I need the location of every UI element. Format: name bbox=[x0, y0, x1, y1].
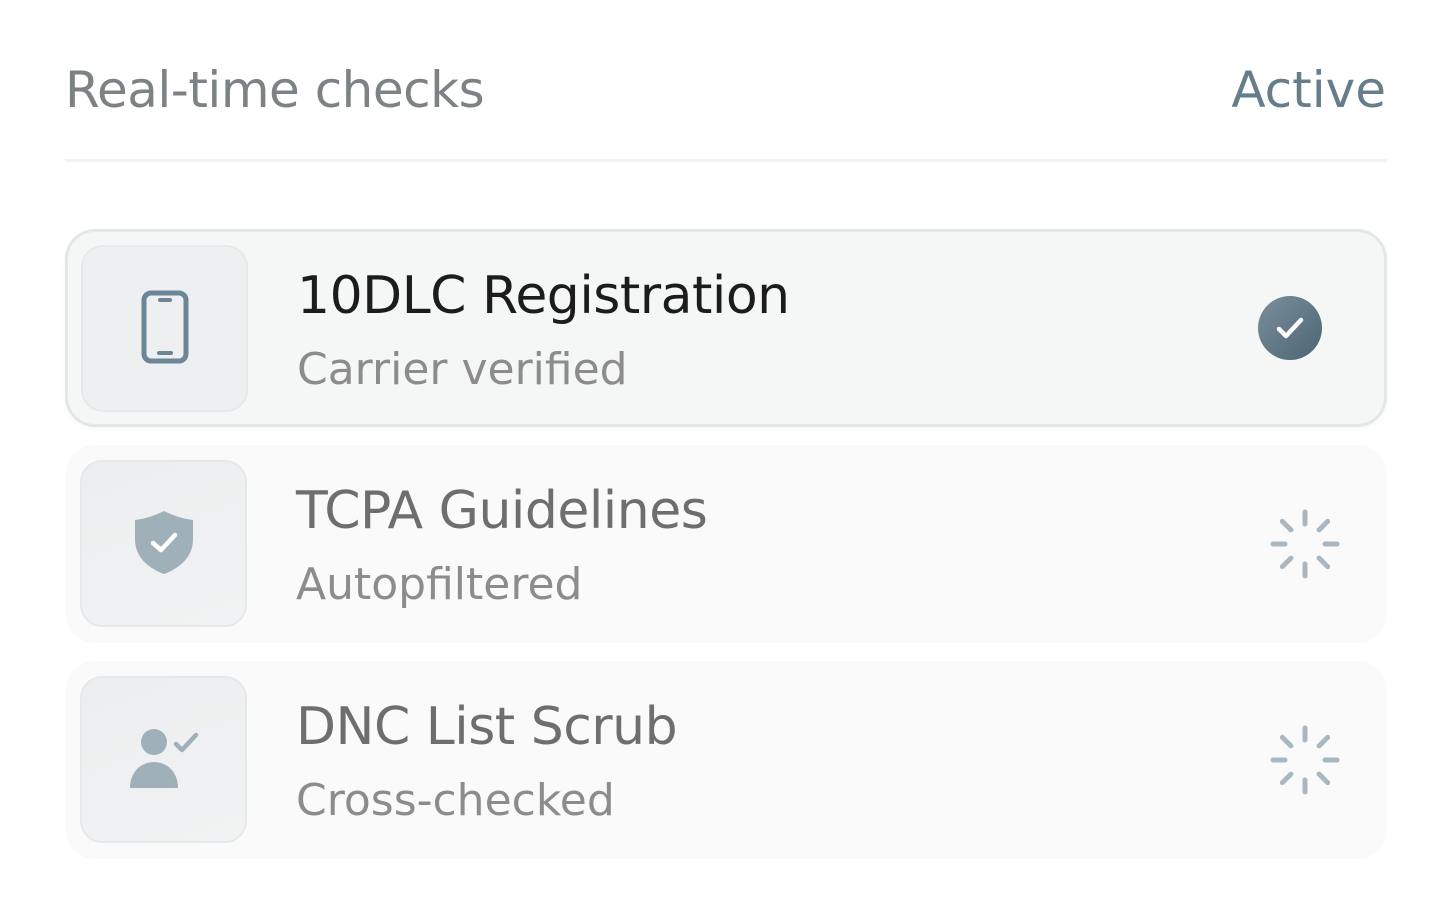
status-complete-icon bbox=[1254, 292, 1326, 364]
icon-tile bbox=[80, 460, 247, 627]
check-title: TCPA Guidelines bbox=[296, 481, 708, 541]
check-title: DNC List Scrub bbox=[296, 697, 678, 757]
loading-spinner-icon bbox=[1269, 724, 1341, 796]
check-item-10dlc[interactable]: 10DLC Registration Carrier verified bbox=[65, 229, 1387, 427]
check-subtitle: Cross-checked bbox=[296, 775, 615, 826]
check-title: 10DLC Registration bbox=[297, 266, 790, 326]
check-list: 10DLC Registration Carrier verified TCPA… bbox=[65, 229, 1387, 877]
icon-tile bbox=[80, 676, 247, 843]
check-item-tcpa[interactable]: TCPA Guidelines Autopfiltered bbox=[65, 445, 1387, 643]
check-item-dnc[interactable]: DNC List Scrub Cross-checked bbox=[65, 661, 1387, 859]
panel-title: Real-time checks bbox=[65, 61, 485, 119]
check-subtitle: Carrier verified bbox=[297, 344, 628, 395]
smartphone-icon bbox=[141, 290, 189, 368]
status-label: Active bbox=[1231, 61, 1386, 119]
icon-tile bbox=[81, 245, 248, 412]
loading-spinner-icon bbox=[1269, 508, 1341, 580]
shield-check-icon bbox=[132, 509, 196, 579]
header-divider bbox=[65, 159, 1387, 162]
real-time-checks-panel: Real-time checks Active 10DLC Registrati… bbox=[0, 0, 1452, 924]
check-subtitle: Autopfiltered bbox=[296, 559, 583, 610]
panel-header: Real-time checks Active bbox=[65, 52, 1386, 128]
user-check-icon bbox=[128, 726, 200, 794]
